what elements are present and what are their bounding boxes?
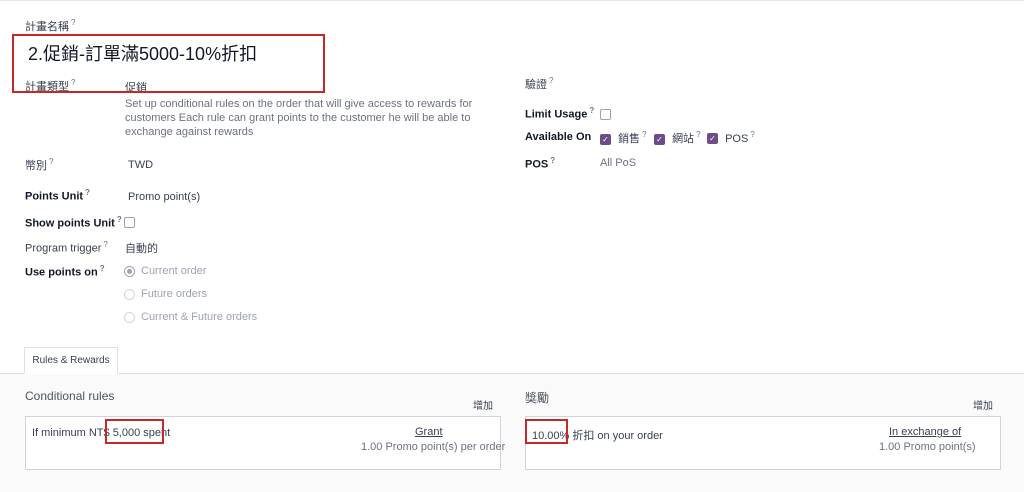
help-icon[interactable]: ?: [85, 188, 90, 197]
highlight-box-program-name: [12, 34, 325, 93]
help-icon[interactable]: ?: [589, 106, 594, 115]
show-points-unit-label: Show points Unit?: [25, 215, 122, 230]
currency-label: 幣別?: [25, 157, 54, 172]
radio-current-order[interactable]: Current order: [124, 265, 206, 277]
program-type-description: Set up conditional rules on the order th…: [125, 98, 473, 138]
available-on-website[interactable]: ✓ 網站?: [654, 130, 701, 146]
rewards-title: 獎勵: [525, 391, 550, 405]
tab-rules-rewards[interactable]: Rules & Rewards: [24, 347, 118, 374]
help-icon[interactable]: ?: [49, 157, 53, 166]
add-reward-button[interactable]: 增加: [973, 397, 993, 412]
reward-card[interactable]: 10.00% 折扣 on your order In exchange of 1…: [525, 416, 1001, 470]
conditional-rules-title: Conditional rules: [25, 389, 115, 403]
help-icon[interactable]: ?: [549, 76, 553, 85]
pos-label: POS?: [525, 156, 556, 171]
checkbox-checked-icon[interactable]: ✓: [654, 133, 665, 145]
help-icon[interactable]: ?: [71, 18, 75, 27]
radio-selected-icon[interactable]: [124, 265, 135, 277]
top-divider: [0, 0, 1024, 1]
exchange-value: 1.00 Promo point(s): [879, 441, 976, 453]
grant-link[interactable]: Grant: [415, 426, 443, 438]
add-rule-button[interactable]: 增加: [473, 397, 493, 412]
help-icon[interactable]: ?: [100, 264, 105, 273]
limit-usage-checkbox[interactable]: [600, 108, 611, 120]
radio-icon[interactable]: [124, 288, 135, 300]
checkbox-checked-icon[interactable]: ✓: [600, 133, 611, 145]
help-icon[interactable]: ?: [550, 156, 555, 165]
checkbox-checked-icon[interactable]: ✓: [707, 133, 718, 145]
program-trigger-value[interactable]: 自動的: [125, 240, 158, 256]
help-icon[interactable]: ?: [103, 240, 107, 249]
points-unit-label: Points Unit?: [25, 188, 90, 203]
show-points-unit-checkbox[interactable]: [124, 216, 135, 228]
radio-current-future-orders[interactable]: Current & Future orders: [124, 311, 257, 323]
exchange-link[interactable]: In exchange of: [889, 426, 961, 438]
points-unit-field[interactable]: Promo point(s): [128, 191, 200, 203]
available-on-sales[interactable]: ✓ 銷售?: [600, 130, 647, 146]
limit-usage-label: Limit Usage?: [525, 106, 595, 121]
program-trigger-label: Program trigger?: [25, 240, 108, 255]
radio-future-orders[interactable]: Future orders: [124, 288, 207, 300]
rule-card[interactable]: If minimum NT$ 5,000 spent Grant 1.00 Pr…: [25, 416, 505, 470]
available-on-pos[interactable]: ✓ POS?: [707, 130, 755, 145]
validity-label: 驗證?: [525, 76, 554, 91]
tab-divider: [0, 373, 1024, 374]
currency-field[interactable]: TWD: [128, 159, 153, 171]
help-icon[interactable]: ?: [117, 215, 122, 224]
pos-value[interactable]: All PoS: [600, 157, 636, 169]
available-on-label: Available On: [525, 131, 592, 143]
highlight-box-rule-amount: [105, 419, 164, 444]
radio-icon[interactable]: [124, 311, 135, 323]
use-points-on-label: Use points on?: [25, 264, 105, 279]
grant-value: 1.00 Promo point(s) per order: [361, 441, 506, 453]
highlight-box-reward-amount: [525, 419, 568, 444]
program-name-label: 計畫名稱?: [25, 18, 76, 33]
